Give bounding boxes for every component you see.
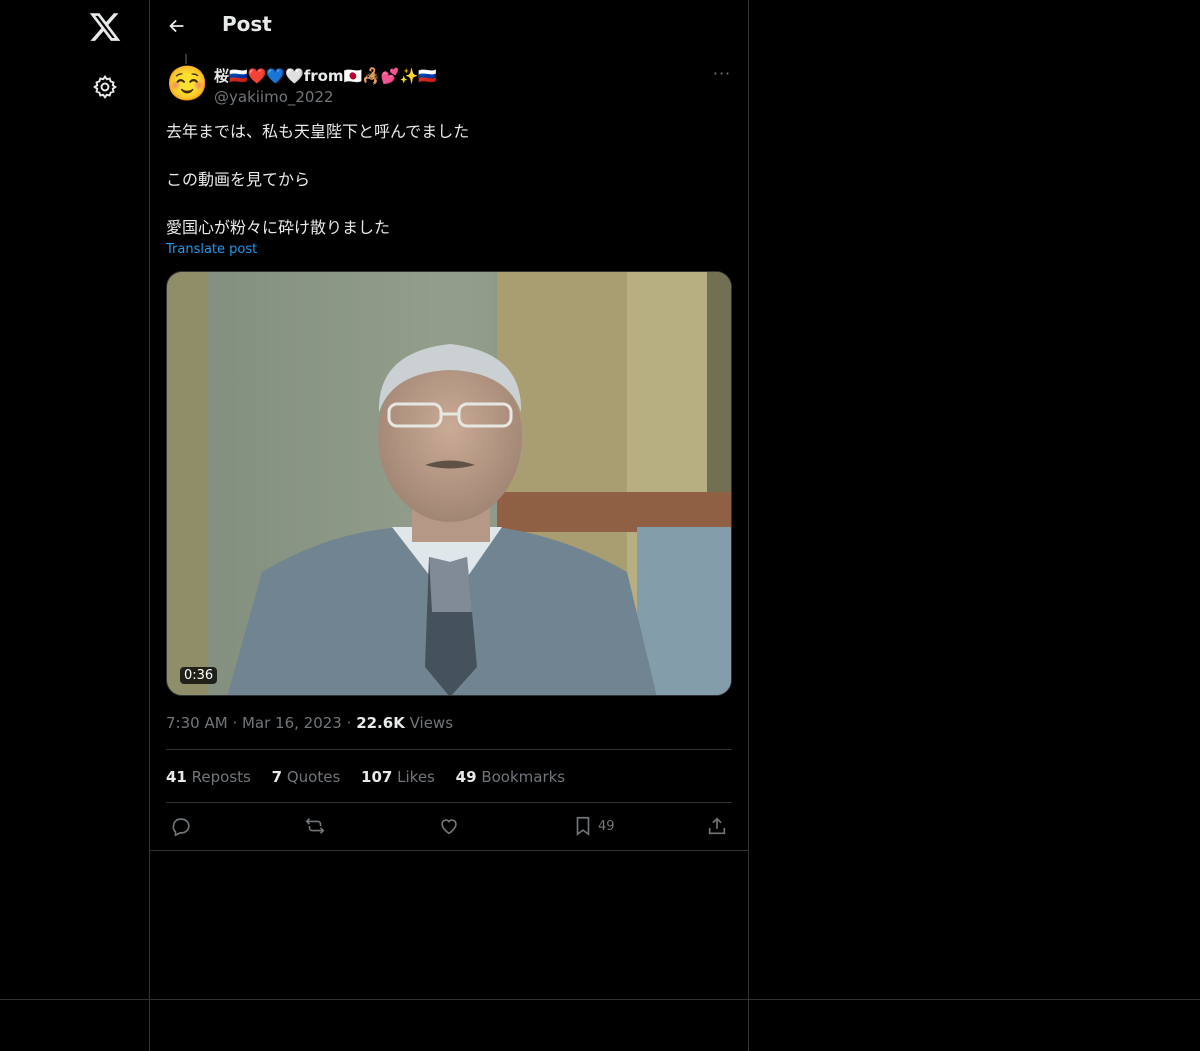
repost-button[interactable] [304,814,326,838]
gear-icon[interactable] [92,74,118,100]
post-text-line: 愛国心が粉々に砕け散りました [166,218,391,237]
header-bar: Post [150,0,748,54]
avatar[interactable]: ☺️ [166,64,208,104]
quotes-stat[interactable]: 7 Quotes [272,768,341,786]
views-count: 22.6K [356,714,405,732]
post-stats: 41 Reposts 7 Quotes 107 Likes 49 Bookmar… [166,768,581,786]
bookmark-button[interactable]: 49 [572,814,615,838]
x-logo-icon[interactable] [88,10,122,44]
divider [150,850,748,851]
like-button[interactable] [438,814,460,838]
reply-button[interactable] [170,814,192,838]
video-duration: 0:36 [180,667,218,684]
share-button[interactable] [706,814,728,838]
page-title: Post [222,12,272,36]
more-icon[interactable]: ··· [712,66,732,86]
divider [166,802,732,803]
divider [166,749,732,750]
bookmark-count: 49 [598,818,615,834]
translate-link[interactable]: Translate post [166,242,257,257]
bottom-divider [0,999,1200,1000]
reposts-stat[interactable]: 41 Reposts [166,768,251,786]
post-text-line: 去年までは、私も天皇陛下と呼んでました [166,122,470,141]
author-block: 桜🇷🇺❤️💙🤍from🇯🇵🦂💕✨🇷🇺 @yakiimo_2022 [214,65,437,106]
video-frame [167,272,731,695]
repost-icon [305,818,325,834]
post-text: 去年までは、私も天皇陛下と呼んでました この動画を見てから 愛国心が粉々に砕け散… [166,120,732,240]
video-player[interactable]: 0:36 [166,271,732,696]
heart-icon [441,819,457,835]
post-time[interactable]: 7:30 AM [166,714,228,732]
handle[interactable]: @yakiimo_2022 [214,88,437,106]
reply-icon [172,818,190,837]
post-date[interactable]: Mar 16, 2023 [242,714,342,732]
arrow-left-icon[interactable] [166,15,188,37]
bookmark-icon [576,816,590,836]
post-meta: 7:30 AM · Mar 16, 2023 · 22.6K Views [166,714,454,732]
display-name[interactable]: 桜🇷🇺❤️💙🤍from🇯🇵🦂💕✨🇷🇺 [214,65,437,86]
likes-stat[interactable]: 107 Likes [361,768,435,786]
post-text-line: この動画を見てから [166,170,311,189]
left-nav [0,0,150,1051]
views-label: Views [409,714,454,732]
share-icon [708,817,726,835]
main-column: Post ☺️ 桜🇷🇺❤️💙🤍from🇯🇵🦂💕✨🇷🇺 @yakiimo_2022… [150,0,749,1051]
bookmarks-stat[interactable]: 49 Bookmarks [456,768,565,786]
thread-line [185,54,187,64]
action-bar: 49 [166,814,732,840]
